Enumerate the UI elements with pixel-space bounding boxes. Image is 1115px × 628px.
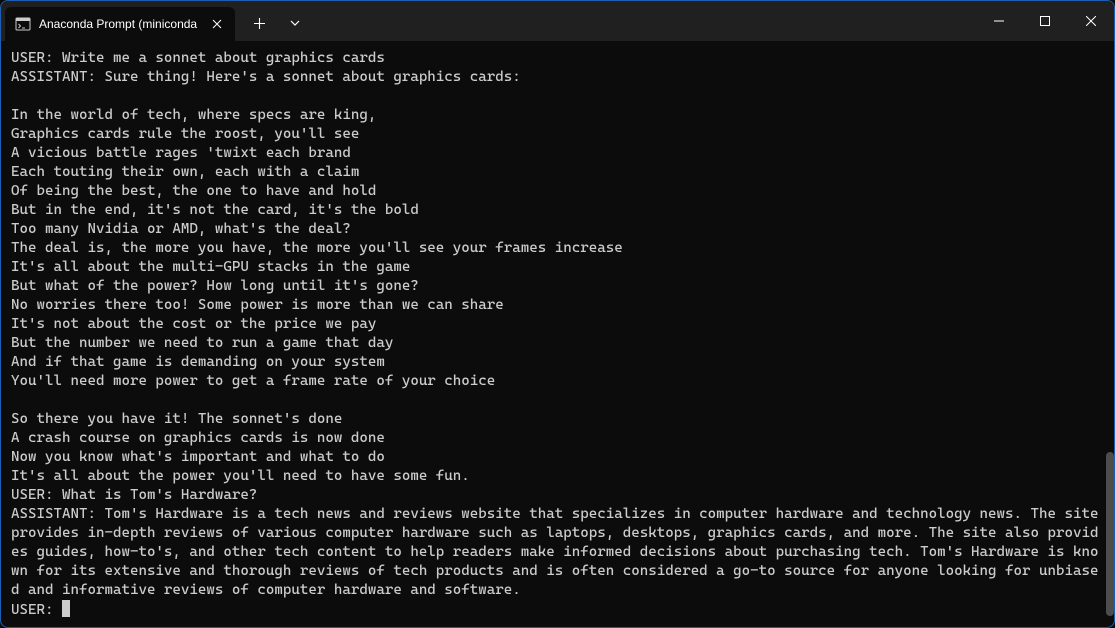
scrollbar-thumb[interactable] <box>1106 452 1114 617</box>
close-button[interactable] <box>1068 1 1114 41</box>
terminal-icon <box>15 16 31 32</box>
tab-actions <box>235 1 311 41</box>
terminal-prompt: USER: <box>11 602 62 618</box>
new-tab-button[interactable] <box>243 7 275 39</box>
terminal-text: USER: Write me a sonnet about graphics c… <box>11 50 1107 598</box>
tab-title: Anaconda Prompt (miniconda <box>39 17 201 31</box>
terminal-output[interactable]: USER: Write me a sonnet about graphics c… <box>1 41 1114 627</box>
tab-dropdown-button[interactable] <box>279 7 311 39</box>
titlebar: Anaconda Prompt (miniconda <box>1 1 1114 41</box>
window-controls <box>976 1 1114 41</box>
tab-close-button[interactable] <box>209 16 225 32</box>
scrollbar[interactable] <box>1105 40 1115 628</box>
maximize-button[interactable] <box>1022 1 1068 41</box>
minimize-button[interactable] <box>976 1 1022 41</box>
tab-active[interactable]: Anaconda Prompt (miniconda <box>5 7 235 41</box>
cursor <box>62 600 70 617</box>
